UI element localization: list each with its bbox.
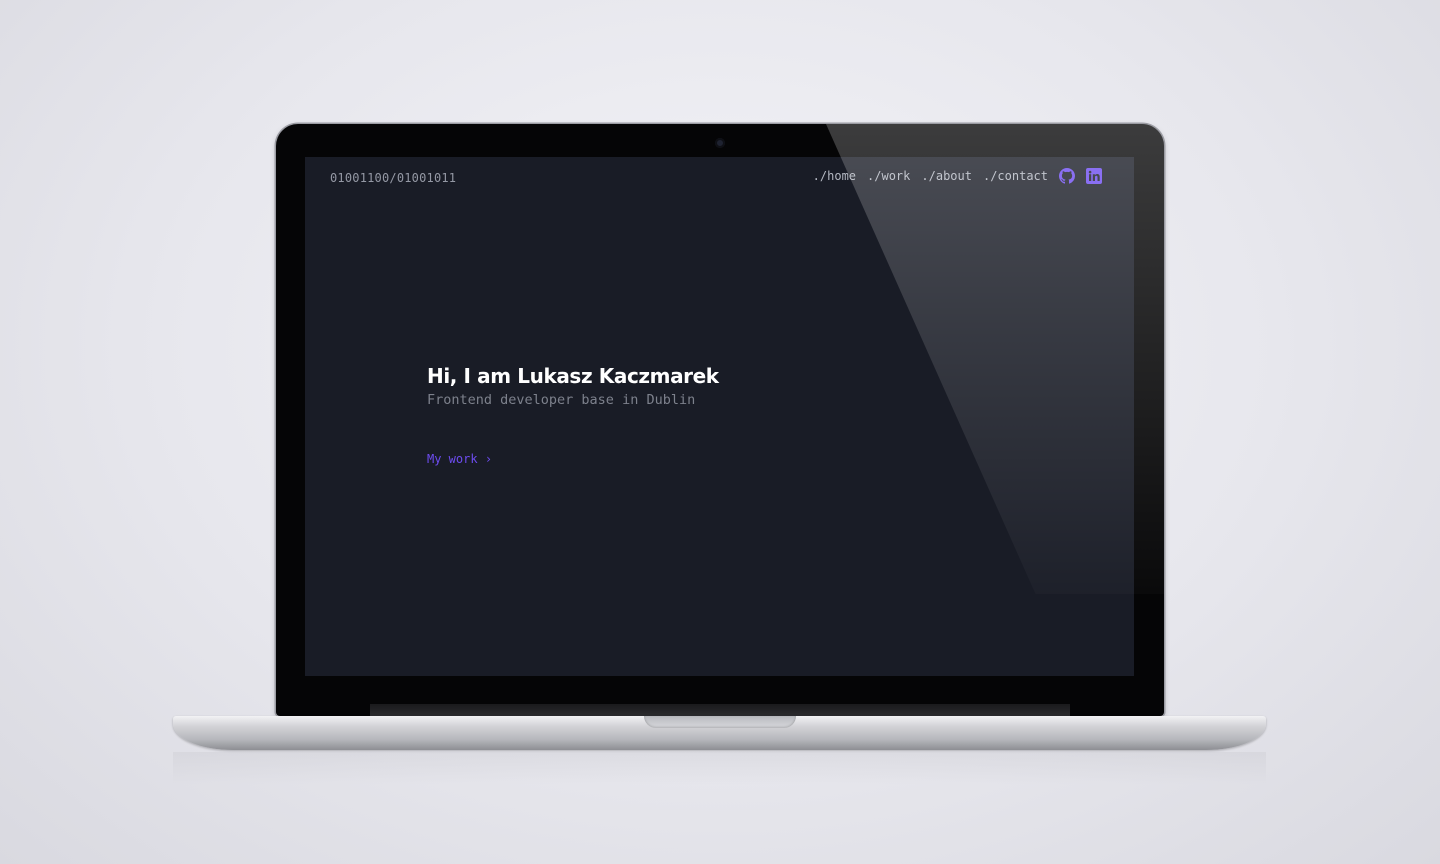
site-logo[interactable]: 01001100/01001011 (330, 171, 456, 185)
my-work-label: My work (427, 452, 478, 466)
hero-section: Hi, I am Lukasz Kaczmarek Frontend devel… (427, 364, 719, 408)
webcam (715, 138, 725, 148)
laptop-screen: 01001100/01001011 ./home ./work ./about … (305, 157, 1134, 676)
my-work-link[interactable]: My work › (427, 452, 492, 466)
hero-subtitle: Frontend developer base in Dublin (427, 392, 696, 408)
nav-link-work[interactable]: ./work (867, 169, 910, 183)
nav-link-contact[interactable]: ./contact (983, 169, 1048, 183)
chevron-right-icon: › (484, 452, 493, 466)
linkedin-icon[interactable] (1086, 168, 1102, 184)
site-nav: ./home ./work ./about ./contact (813, 168, 1102, 184)
laptop-opening-notch (644, 716, 796, 728)
hero-title: Hi, I am Lukasz Kaczmarek (427, 364, 719, 388)
nav-link-home[interactable]: ./home (813, 169, 856, 183)
laptop-reflection (173, 752, 1266, 784)
github-icon[interactable] (1059, 168, 1075, 184)
laptop-hinge (370, 704, 1070, 716)
nav-link-about[interactable]: ./about (921, 169, 972, 183)
